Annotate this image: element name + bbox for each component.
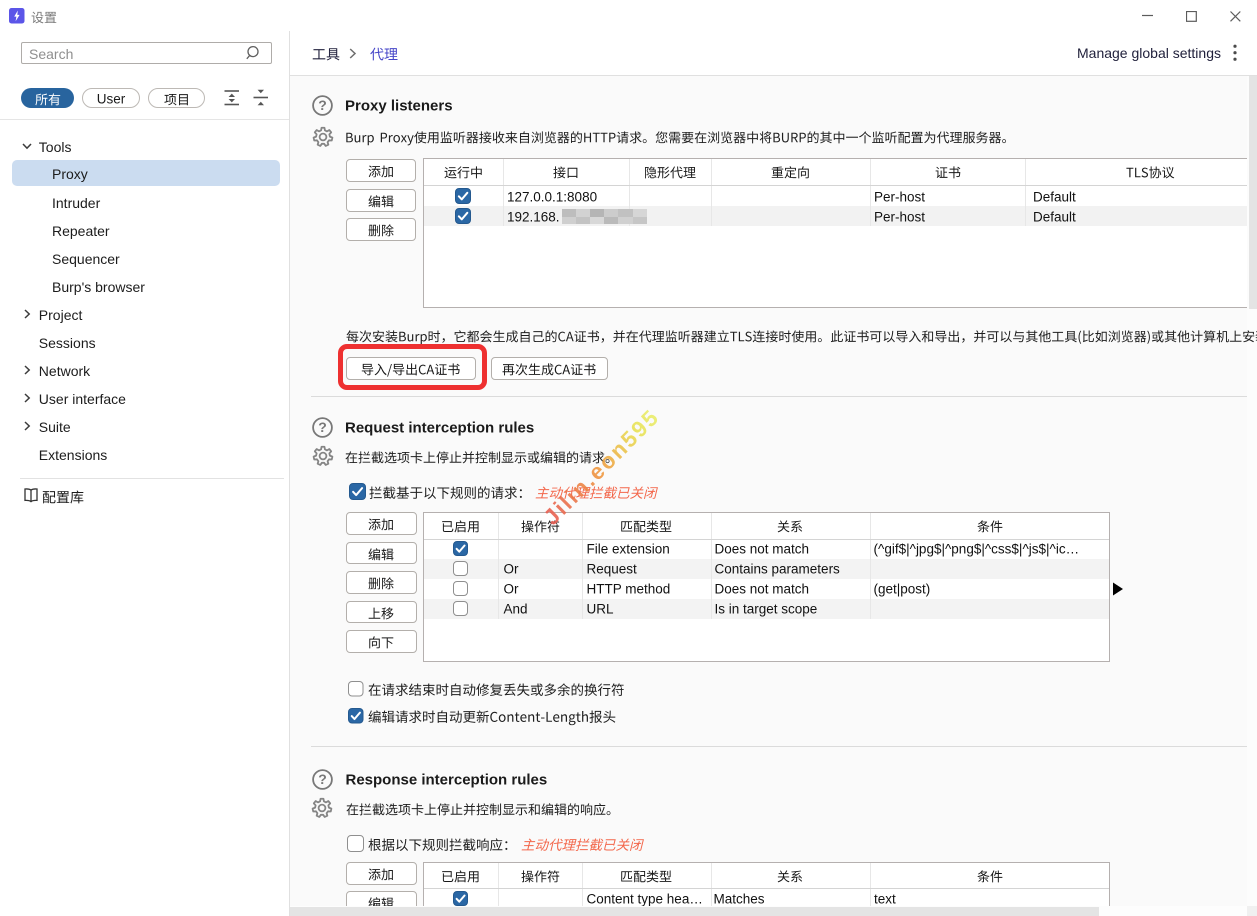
svg-text:?: ?: [318, 419, 327, 435]
svg-text:?: ?: [318, 97, 327, 113]
svg-text:?: ?: [319, 771, 328, 787]
